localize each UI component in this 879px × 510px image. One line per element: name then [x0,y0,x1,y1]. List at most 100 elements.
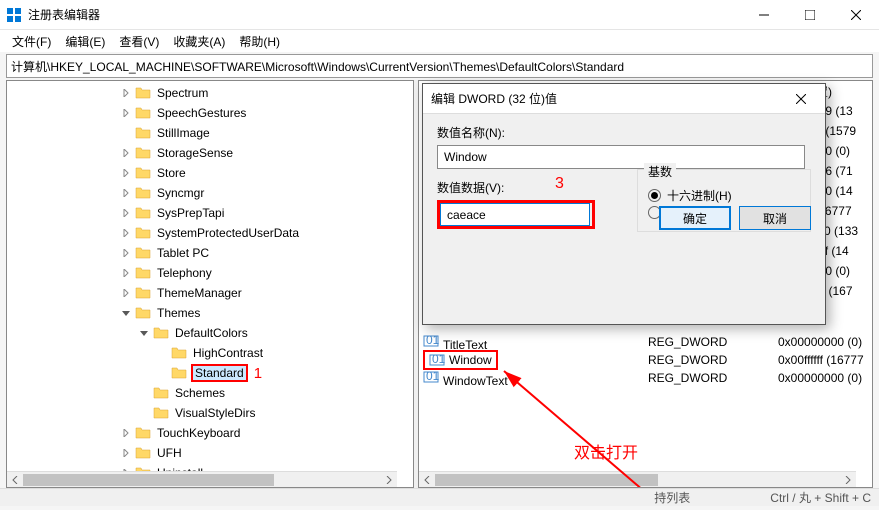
tree-item-storagesense[interactable]: StorageSense [7,143,413,163]
data-label: 数值数据(V): [437,179,617,196]
value-name: WindowText [443,374,508,388]
menu-favorites[interactable]: 收藏夹(A) [167,31,231,52]
tree-label: SystemProtectedUserData [155,225,301,241]
svg-text:011: 011 [432,352,445,366]
name-field[interactable]: Window [437,145,805,169]
menu-view[interactable]: 查看(V) [113,31,165,52]
expander-icon[interactable] [119,246,133,260]
cancel-button[interactable]: 取消 [739,206,811,230]
tree-item-tablet-pc[interactable]: Tablet PC [7,243,413,263]
address-bar[interactable]: 计算机\HKEY_LOCAL_MACHINE\SOFTWARE\Microsof… [6,54,873,78]
dialog-title: 编辑 DWORD (32 位)值 [431,90,785,107]
expander-icon[interactable] [119,286,133,300]
data-field[interactable] [440,203,590,226]
tree-label: HighContrast [191,345,265,361]
folder-icon [135,126,151,140]
folder-icon [135,286,151,300]
tree-item-spectrum[interactable]: Spectrum [7,83,413,103]
list-hscrollbar[interactable] [419,471,856,487]
tree-label: StorageSense [155,145,235,161]
tree-item-standard[interactable]: Standard1 [7,363,413,383]
expander-icon[interactable] [119,306,133,320]
list-row-window[interactable]: 011WindowREG_DWORD0x00ffffff (16777 [423,351,868,369]
tree-item-telephony[interactable]: Telephony [7,263,413,283]
maximize-button[interactable] [787,0,833,30]
value-data: 0x00000000 (0) [778,335,868,349]
app-icon [6,7,22,23]
tree-label: Syncmgr [155,185,206,201]
tree-item-defaultcolors[interactable]: DefaultColors [7,323,413,343]
expander-icon[interactable] [119,86,133,100]
statusbar: 持列表 Ctrl / 丸 + Shift + C [0,488,879,506]
folder-icon [135,186,151,200]
value-type: REG_DWORD [648,335,778,349]
tree-label: SpeechGestures [155,105,248,121]
expander-icon[interactable] [155,346,169,360]
folder-icon [135,446,151,460]
expander-icon[interactable] [137,406,151,420]
expander-icon[interactable] [119,146,133,160]
base-label: 基数 [644,163,676,180]
tree-item-syspreptapi[interactable]: SysPrepTapi [7,203,413,223]
value-data: 0x00ffffff (16777 [778,353,868,367]
expander-icon[interactable] [119,446,133,460]
scroll-left-icon[interactable] [7,472,23,488]
list-row-windowtext[interactable]: 011WindowTextREG_DWORD0x00000000 (0) [423,369,868,387]
expander-icon[interactable] [119,106,133,120]
scroll-right-icon[interactable] [840,472,856,488]
edit-dword-dialog: 编辑 DWORD (32 位)值 数值名称(N): Window 数值数据(V)… [422,83,826,325]
expander-icon[interactable] [119,226,133,240]
tree-label: Telephony [155,265,214,281]
menu-help[interactable]: 帮助(H) [233,31,286,52]
expander-icon[interactable] [137,326,151,340]
svg-text:011: 011 [426,333,439,347]
annotation-open: 双击打开 [574,439,638,463]
address-text: 计算机\HKEY_LOCAL_MACHINE\SOFTWARE\Microsof… [11,58,624,75]
minimize-button[interactable] [741,0,787,30]
expander-icon[interactable] [119,186,133,200]
scroll-left-icon[interactable] [419,472,435,488]
tree-item-touchkeyboard[interactable]: TouchKeyboard [7,423,413,443]
scroll-right-icon[interactable] [381,472,397,488]
tree-item-thememanager[interactable]: ThemeManager [7,283,413,303]
menu-edit[interactable]: 编辑(E) [59,31,111,52]
expander-icon[interactable] [119,426,133,440]
tree-item-stillimage[interactable]: StillImage [7,123,413,143]
menu-file[interactable]: 文件(F) [6,31,57,52]
tree-item-ufh[interactable]: UFH [7,443,413,463]
expander-icon[interactable] [155,366,169,380]
expander-icon[interactable] [119,126,133,140]
window-title: 注册表编辑器 [28,6,741,23]
tree-hscrollbar[interactable] [7,471,397,487]
folder-icon [153,326,169,340]
tree-item-themes[interactable]: Themes [7,303,413,323]
folder-icon [135,206,151,220]
folder-icon [135,166,151,180]
expander-icon[interactable] [119,266,133,280]
folder-icon [153,386,169,400]
folder-icon [153,406,169,420]
tree-item-highcontrast[interactable]: HighContrast [7,343,413,363]
folder-icon [171,346,187,360]
close-button[interactable] [833,0,879,30]
expander-icon[interactable] [119,166,133,180]
tree-item-schemes[interactable]: Schemes [7,383,413,403]
list-row-titletext[interactable]: 011TitleTextREG_DWORD0x00000000 (0) [423,333,868,351]
tree-item-speechgestures[interactable]: SpeechGestures [7,103,413,123]
tree-item-syncmgr[interactable]: Syncmgr [7,183,413,203]
annotation-1: 1 [254,365,262,382]
tree-item-systemprotecteduserdata[interactable]: SystemProtectedUserData [7,223,413,243]
value-name: Window [449,353,492,367]
tree-label: SysPrepTapi [155,205,226,221]
tree-label: Spectrum [155,85,210,101]
tree-label: DefaultColors [173,325,250,341]
tree-item-visualstyledirs[interactable]: VisualStyleDirs [7,403,413,423]
menubar: 文件(F) 编辑(E) 查看(V) 收藏夹(A) 帮助(H) [0,30,879,52]
value-data: 0x00000000 (0) [778,371,868,385]
tree-item-store[interactable]: Store [7,163,413,183]
ok-button[interactable]: 确定 [659,206,731,230]
expander-icon[interactable] [119,206,133,220]
expander-icon[interactable] [137,386,151,400]
dialog-close-button[interactable] [785,84,817,114]
radio-hex[interactable]: 十六进制(H) [648,187,800,204]
